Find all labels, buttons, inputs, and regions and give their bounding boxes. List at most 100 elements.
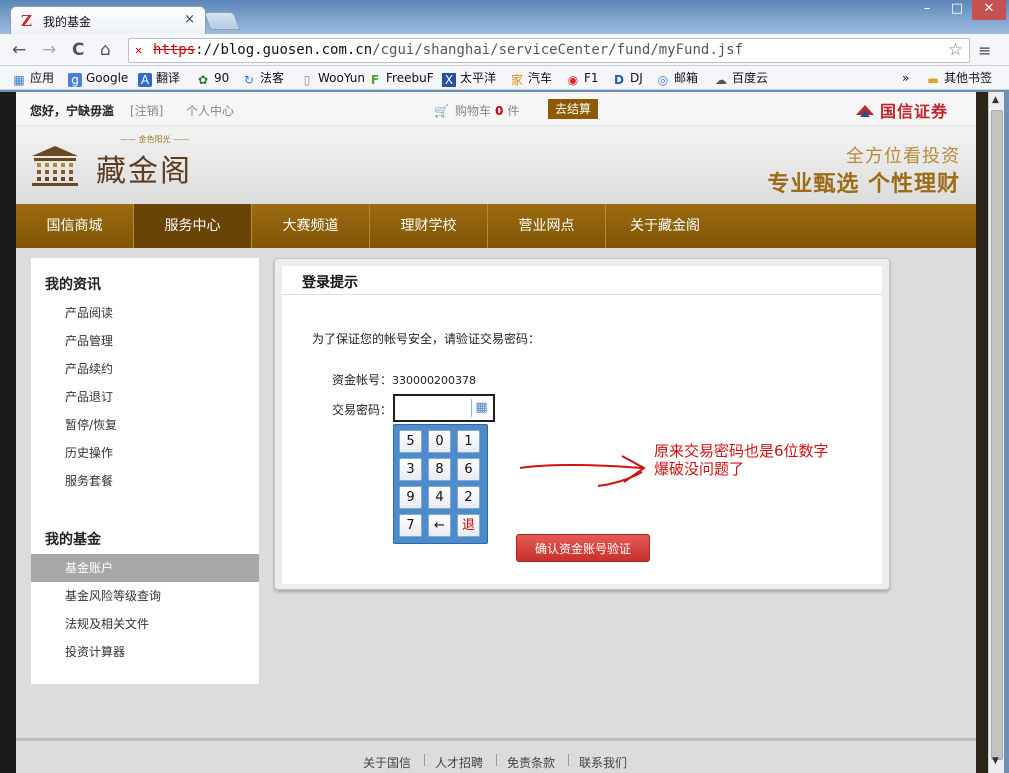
bookmark-label: 翻译: [156, 71, 181, 85]
nav-service-center[interactable]: 服务中心: [134, 204, 252, 248]
apps-grid-icon: ▦: [13, 73, 25, 87]
key-backspace[interactable]: ←: [428, 514, 451, 537]
bookmark-pconline[interactable]: X 太平洋: [442, 70, 496, 87]
sidebar-item-fund-risk-query[interactable]: 基金风险等级查询: [65, 587, 161, 604]
bookmark-dj[interactable]: D DJ: [612, 70, 643, 87]
bookmark-apps[interactable]: ▦ 应用: [12, 70, 54, 87]
key-2[interactable]: 2: [457, 486, 480, 509]
bookmark-mail[interactable]: ◎ 邮箱: [656, 70, 698, 87]
back-button[interactable]: ←: [12, 40, 26, 60]
address-bar[interactable]: ✕ https://blog.guosen.com.cn/cgui/shangh…: [128, 38, 970, 63]
bookmark-overflow-button[interactable]: »: [902, 70, 909, 86]
bookmark-f1[interactable]: ◉ F1: [566, 70, 599, 87]
keyboard-icon[interactable]: ▦: [471, 399, 491, 417]
annotation-line-1: 原来交易密码也是6位数字: [654, 442, 829, 460]
sidebar-item-product-reading[interactable]: 产品阅读: [65, 304, 113, 321]
sidebar-item-product-management[interactable]: 产品管理: [65, 332, 113, 349]
frog-icon: ✿: [197, 73, 209, 87]
logout-link[interactable]: [注销]: [130, 102, 163, 119]
key-1[interactable]: 1: [457, 430, 480, 453]
footer-disclaimer-link[interactable]: 免责条款: [507, 754, 555, 771]
key-6[interactable]: 6: [457, 458, 480, 481]
new-tab-button[interactable]: [203, 12, 241, 30]
sidebar-item-history[interactable]: 历史操作: [65, 444, 113, 461]
sidebar-item-product-unsubscribe[interactable]: 产品退订: [65, 388, 113, 405]
bookmark-freebuf[interactable]: F FreebuF: [368, 70, 434, 87]
sidebar-item-investment-calculator[interactable]: 投资计算器: [65, 643, 125, 660]
scrollbar-thumb[interactable]: [991, 110, 1003, 760]
key-9[interactable]: 9: [399, 486, 422, 509]
bookmark-star-icon[interactable]: ☆: [948, 40, 963, 60]
nav-contest-channel[interactable]: 大赛频道: [252, 204, 370, 248]
key-0[interactable]: 0: [428, 430, 451, 453]
reload-button[interactable]: C: [72, 40, 84, 60]
bookmark-label: 90: [214, 71, 230, 85]
cart-label: 购物车: [454, 104, 491, 118]
logo-subtitle: —— 金色阳光 ——: [120, 135, 190, 144]
key-exit[interactable]: 退: [457, 514, 480, 537]
main-navigation: 国信商城 服务中心 大赛频道 理财学校 营业网点 关于藏金阁: [16, 204, 976, 248]
sidebar-item-service-package[interactable]: 服务套餐: [65, 472, 113, 489]
browser-menu-icon[interactable]: ≡: [978, 41, 991, 60]
footer-careers-link[interactable]: 人才招聘: [435, 754, 483, 771]
home-button[interactable]: ⌂: [100, 40, 111, 60]
nav-branches[interactable]: 营业网点: [488, 204, 606, 248]
bookmark-baiduyun[interactable]: ☁ 百度云: [714, 70, 768, 87]
annotation-line-2: 爆破没问题了: [654, 460, 745, 478]
login-prompt-dialog: 登录提示 为了保证您的帐号安全，请验证交易密码： 资金帐号：3300002003…: [274, 258, 890, 590]
tab-close-icon[interactable]: ×: [184, 12, 195, 27]
forward-button[interactable]: →: [42, 40, 56, 60]
key-4[interactable]: 4: [428, 486, 451, 509]
bookmark-label: 其他书签: [944, 71, 993, 85]
guosen-mark-icon: [856, 105, 874, 117]
freebuf-icon: F: [370, 73, 380, 87]
key-7[interactable]: 7: [399, 514, 422, 537]
browser-tab[interactable]: Z 我的基金 ×: [10, 6, 206, 34]
mail-icon: ◎: [657, 73, 669, 87]
sidebar-item-product-renewal[interactable]: 产品续约: [65, 360, 113, 377]
cart-link[interactable]: 🛒 购物车 0 件: [434, 102, 519, 119]
bookmark-wooyun[interactable]: ▯ WooYun: [300, 70, 365, 87]
cart-icon: 🛒: [434, 104, 449, 118]
bookmark-label: Google: [86, 71, 129, 85]
bookmark-90[interactable]: ✿ 90: [196, 70, 230, 87]
sidebar-section-my-fund: 我的基金: [45, 532, 101, 548]
url-path: /cgui/shanghai/serviceCenter/fund/myFund…: [372, 42, 744, 58]
scroll-up-icon[interactable]: ▲: [992, 95, 999, 105]
restore-button[interactable]: □: [942, 0, 972, 20]
minimize-button[interactable]: –: [912, 0, 942, 20]
bookmark-auto[interactable]: 家汽车: [510, 70, 552, 87]
scroll-down-icon[interactable]: ▼: [992, 756, 999, 766]
personal-center-link[interactable]: 个人中心: [186, 102, 234, 119]
bookmark-fake[interactable]: ↻ 法客: [242, 70, 285, 87]
key-5[interactable]: 5: [399, 430, 422, 453]
trade-password-input[interactable]: ▦: [393, 394, 495, 422]
nav-finance-school[interactable]: 理财学校: [370, 204, 488, 248]
nav-guosen-mall[interactable]: 国信商城: [16, 204, 134, 248]
bookmarks-bar: ▦ 应用 g Google A 翻译 ✿ 90 ↻ 法客 ▯ WooYun F FreebuF…: [0, 66, 1009, 90]
site-logo-text[interactable]: 藏金阁: [96, 146, 192, 190]
footer-about-link[interactable]: 关于国信: [363, 754, 411, 771]
red-annotation-text: 原来交易密码也是6位数字 爆破没问题了: [654, 442, 829, 478]
bookmark-label: DJ: [630, 71, 643, 85]
user-greeting: 您好，宁缺毋滥: [30, 104, 115, 118]
bookmark-label: FreebuF: [386, 71, 434, 85]
bookmark-other[interactable]: ▬ 其他书签: [926, 70, 993, 87]
key-8[interactable]: 8: [428, 458, 451, 481]
confirm-account-verify-button[interactable]: 确认资金账号验证: [516, 534, 650, 562]
bookmark-google[interactable]: g Google: [68, 70, 129, 87]
sidebar-item-regulations[interactable]: 法规及相关文件: [65, 615, 149, 632]
footer-contact-link[interactable]: 联系我们: [579, 754, 627, 771]
key-3[interactable]: 3: [399, 458, 422, 481]
bookmark-translate[interactable]: A 翻译: [138, 70, 181, 87]
page-scrollbar[interactable]: ▲ ▼: [988, 92, 1004, 773]
checkout-button[interactable]: 去结算: [548, 99, 598, 119]
site-favicon-icon: Z: [21, 12, 32, 30]
close-window-button[interactable]: ✕: [972, 0, 1006, 20]
sidebar-item-fund-account[interactable]: 基金账户: [65, 559, 113, 576]
nav-about[interactable]: 关于藏金阁: [606, 204, 724, 248]
sidebar-item-pause-resume[interactable]: 暂停/恢复: [65, 416, 117, 433]
bookmark-label: 法客: [260, 71, 285, 85]
guosen-logo[interactable]: 国信证券: [854, 98, 948, 122]
pavilion-logo-icon[interactable]: [28, 144, 82, 188]
